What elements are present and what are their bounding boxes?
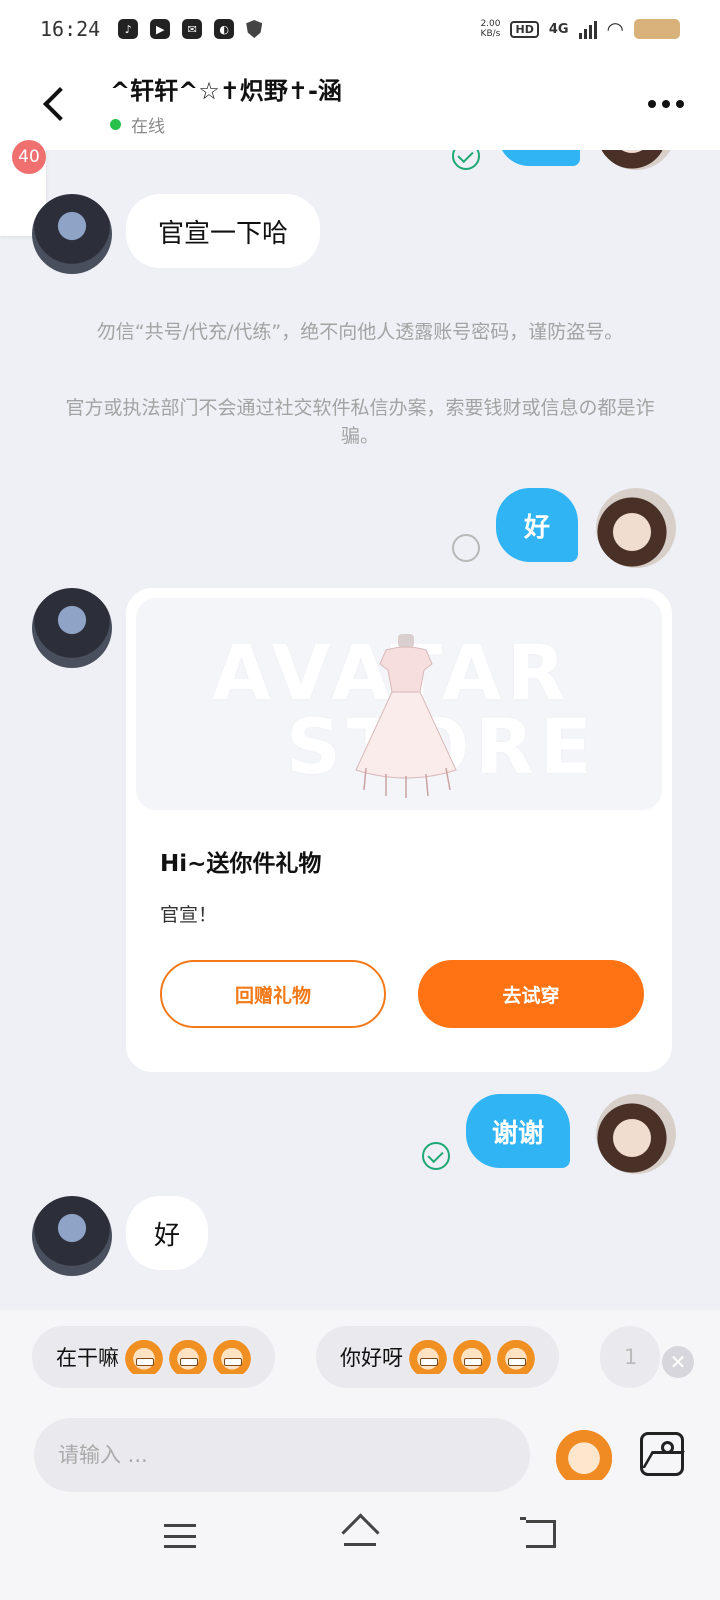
monkey-emoji-icon — [409, 1340, 447, 1374]
battery-icon — [634, 19, 680, 39]
monkey-emoji-icon — [169, 1340, 207, 1374]
return-gift-button[interactable]: 回赠礼物 — [160, 960, 386, 1028]
my-avatar[interactable] — [596, 150, 676, 170]
message-bubble-sent[interactable] — [498, 150, 580, 166]
monkey-emoji-icon — [125, 1340, 163, 1374]
message-bubble-received[interactable]: 官宣一下哈 — [126, 194, 321, 268]
online-status-label: 在线 — [131, 117, 165, 137]
home-icon[interactable] — [342, 1516, 378, 1548]
contact-avatar[interactable] — [32, 194, 112, 274]
chat-title: ^轩轩^☆✝炽野✝-涵 — [110, 77, 342, 105]
status-bar: 16:24 ♪ ▶ ✉ ◐ 2.00 KB/s HD 4G ◠ — [0, 0, 720, 58]
message-text: 谢谢 — [492, 1118, 545, 1149]
video-app-icon: ▶ — [150, 19, 171, 39]
online-status: 在线 — [110, 112, 342, 137]
message-bubble-sent[interactable]: 谢谢 — [466, 1094, 571, 1168]
try-on-button[interactable]: 去试穿 — [418, 960, 644, 1028]
chat-title-block[interactable]: ^轩轩^☆✝炽野✝-涵 在线 — [110, 71, 342, 137]
quick-reply-label: 你好呀 — [340, 1346, 403, 1370]
net-speed-unit: KB/s — [480, 29, 501, 39]
more-icon[interactable] — [648, 100, 684, 108]
mail-app-icon: ✉ — [182, 19, 203, 39]
hd-icon: HD — [510, 20, 539, 38]
message-text: 官宣一下哈 — [158, 218, 289, 249]
safety-notice-1: 勿信“共号/代充/代练”，绝不向他人透露账号密码，谨防盗号。 — [96, 321, 624, 343]
monkey-emoji-icon — [453, 1340, 491, 1374]
system-nav-bar — [0, 1500, 720, 1600]
online-dot-icon — [110, 119, 121, 130]
wifi-icon: ◠ — [606, 17, 624, 41]
gift-card[interactable]: AVATAR STORE Hi~送你件礼物 官宣！ 回赠礼物 去试穿 — [126, 588, 672, 1072]
tiktok-icon: ♪ — [118, 19, 139, 39]
my-avatar[interactable] — [596, 1094, 676, 1174]
my-avatar[interactable] — [596, 488, 676, 568]
unread-badge: 40 — [12, 140, 46, 174]
message-text: 好 — [524, 512, 551, 543]
network-type: 4G — [548, 21, 569, 37]
chat-header: ^轩轩^☆✝炽野✝-涵 在线 — [0, 58, 720, 150]
quick-reply-label: 1 — [624, 1345, 638, 1369]
quick-reply-chip[interactable]: 在干嘛 — [32, 1326, 275, 1388]
safety-notice-2: 官方或执法部门不会通过社交软件私信办案，索要钱财或信息の都是诈骗。 — [65, 397, 655, 447]
menu-icon[interactable] — [164, 1524, 196, 1548]
shield-icon — [246, 20, 263, 38]
image-icon[interactable] — [640, 1432, 684, 1476]
quick-reply-label: 在干嘛 — [56, 1346, 119, 1370]
message-input[interactable] — [34, 1418, 530, 1492]
chat-area[interactable]: 官宣一下哈 勿信“共号/代充/代练”，绝不向他人透露账号密码，谨防盗号。 官方或… — [0, 150, 720, 1310]
close-icon[interactable]: ✕ — [662, 1346, 694, 1378]
read-check-icon — [452, 150, 480, 170]
net-speed-value: 2.00 — [480, 19, 501, 29]
signal-icon — [578, 19, 597, 39]
net-speed: 2.00 KB/s — [480, 19, 500, 39]
pending-circle-icon — [452, 534, 480, 562]
gift-message: 官宣！ — [160, 904, 218, 926]
gift-title: Hi~送你件礼物 — [160, 851, 322, 877]
gift-image[interactable]: AVATAR STORE — [136, 598, 662, 810]
message-text: 好 — [154, 1220, 181, 1251]
back-icon[interactable] — [520, 1517, 556, 1548]
monkey-emoji-icon — [497, 1340, 535, 1374]
quick-reply-chip[interactable]: 1 — [600, 1326, 660, 1388]
input-bar — [0, 1388, 720, 1500]
message-bubble-sent[interactable]: 好 — [496, 488, 579, 562]
monkey-emoji-icon — [213, 1340, 251, 1374]
dress-icon — [355, 634, 457, 798]
sticker-icon[interactable] — [556, 1428, 612, 1480]
quick-reply-chip[interactable]: 你好呀 — [316, 1326, 559, 1388]
contact-avatar[interactable] — [32, 588, 112, 668]
contact-avatar[interactable] — [32, 1196, 112, 1276]
back-arrow-icon[interactable] — [36, 84, 76, 124]
read-check-icon — [422, 1142, 450, 1170]
quick-reply-bar: 在干嘛 你好呀 1 ✕ — [0, 1310, 720, 1388]
leaf-app-icon: ◐ — [214, 19, 235, 39]
status-time: 16:24 — [40, 17, 101, 41]
message-bubble-received[interactable]: 好 — [126, 1196, 209, 1270]
